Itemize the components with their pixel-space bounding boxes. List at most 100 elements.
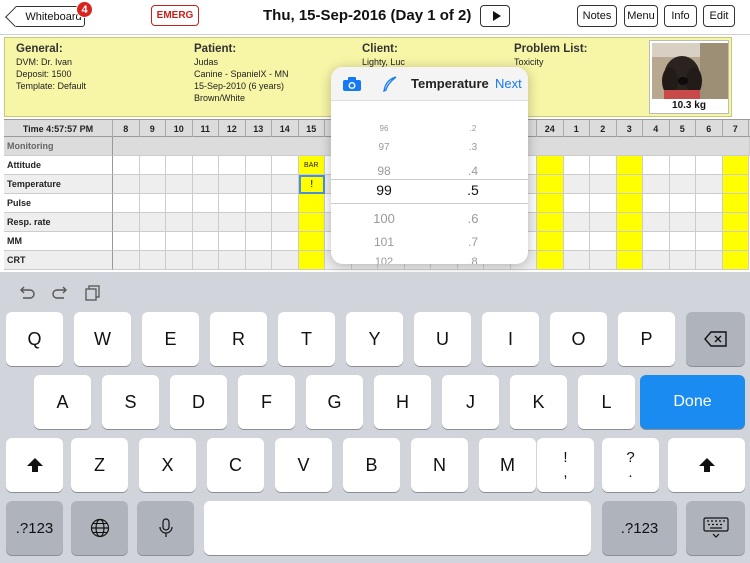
grid-cell[interactable] [166,175,193,194]
picker-option[interactable]: .6 [428,211,518,226]
grid-cell[interactable] [590,175,617,194]
grid-cell[interactable] [192,213,219,232]
key-h[interactable]: H [374,375,431,429]
key-m[interactable]: M [479,438,536,492]
grid-cell[interactable] [272,156,299,175]
grid-cell[interactable] [245,232,272,251]
grid-cell[interactable] [192,194,219,213]
grid-cell[interactable] [166,213,193,232]
grid-cell[interactable] [298,251,325,270]
grid-cell[interactable] [166,251,193,270]
picker-next-button[interactable]: Next [495,76,522,91]
picker-option[interactable]: .4 [428,164,518,178]
grid-cell[interactable] [722,194,749,213]
grid-cell[interactable] [166,232,193,251]
grid-cell[interactable] [272,194,299,213]
grid-cell[interactable] [245,156,272,175]
grid-cell[interactable] [669,232,696,251]
grid-cell[interactable] [643,213,670,232]
done-key[interactable]: Done [640,375,745,429]
grid-cell[interactable] [219,213,246,232]
grid-cell[interactable] [139,156,166,175]
key-d[interactable]: D [170,375,227,429]
grid-cell[interactable] [192,232,219,251]
key-n[interactable]: N [411,438,468,492]
grid-cell[interactable] [616,232,643,251]
grid-cell[interactable] [192,175,219,194]
grid-cell[interactable] [113,156,140,175]
grid-cell[interactable] [192,156,219,175]
menu-button[interactable]: Menu [624,5,658,27]
shift-key-left[interactable] [6,438,63,492]
grid-cell[interactable] [563,232,590,251]
grid-cell[interactable] [669,156,696,175]
grid-cell[interactable] [139,251,166,270]
picker-decimal-wheel[interactable]: .2 .3 .4 .5 .6 .7 .8 [428,101,518,264]
key-y[interactable]: Y [346,312,403,366]
grid-cell[interactable] [272,232,299,251]
grid-cell[interactable] [245,175,272,194]
grid-cell[interactable] [696,213,723,232]
grid-cell[interactable] [563,156,590,175]
key-v[interactable]: V [275,438,332,492]
camera-icon[interactable] [342,76,362,92]
edit-button[interactable]: Edit [703,5,735,27]
whiteboard-back-button[interactable]: Whiteboard [5,6,85,27]
grid-cell[interactable] [696,251,723,270]
grid-cell[interactable] [722,232,749,251]
grid-cell[interactable] [537,175,564,194]
grid-cell[interactable] [616,251,643,270]
grid-cell[interactable] [722,213,749,232]
grid-cell[interactable] [245,194,272,213]
grid-cell[interactable] [272,213,299,232]
grid-cell[interactable] [643,156,670,175]
grid-cell[interactable] [722,251,749,270]
next-day-button[interactable] [480,5,510,27]
picker-integer-wheel[interactable]: 96 97 98 99 100 101 102 [339,101,429,264]
grid-cell[interactable] [113,194,140,213]
grid-cell[interactable] [166,156,193,175]
undo-icon[interactable] [18,286,36,300]
grid-cell[interactable] [722,175,749,194]
key-p[interactable]: P [618,312,675,366]
key-o[interactable]: O [550,312,607,366]
grid-cell[interactable] [643,194,670,213]
grid-cell[interactable] [590,232,617,251]
picker-option[interactable]: .8 [428,256,518,264]
numbers-key-right[interactable]: .?123 [602,501,677,555]
dictation-key[interactable] [137,501,194,555]
redo-icon[interactable] [51,286,69,300]
shift-key-right[interactable] [668,438,745,492]
key-u[interactable]: U [414,312,471,366]
key-x[interactable]: X [139,438,196,492]
picker-option[interactable]: 98 [339,164,429,178]
key-r[interactable]: R [210,312,267,366]
picker-selected-value[interactable]: 99 [339,182,429,198]
grid-cell[interactable] [219,232,246,251]
key-j[interactable]: J [442,375,499,429]
space-key[interactable] [204,501,591,555]
picker-option[interactable]: .2 [428,124,518,133]
grid-cell[interactable] [245,213,272,232]
grid-cell[interactable] [298,213,325,232]
grid-cell[interactable] [139,213,166,232]
picker-option[interactable]: 100 [339,211,429,226]
grid-cell[interactable] [139,194,166,213]
grid-cell[interactable] [696,156,723,175]
key-i[interactable]: I [482,312,539,366]
grid-cell[interactable] [537,194,564,213]
key-q[interactable]: Q [6,312,63,366]
key-l[interactable]: L [578,375,635,429]
grid-cell[interactable] [669,194,696,213]
numbers-key-left[interactable]: .?123 [6,501,63,555]
grid-cell[interactable] [219,175,246,194]
grid-cell[interactable] [616,194,643,213]
key-t[interactable]: T [278,312,335,366]
grid-cell[interactable]: BAR [298,156,325,175]
globe-key[interactable] [71,501,128,555]
grid-cell[interactable] [272,251,299,270]
picker-option[interactable]: .3 [428,142,518,153]
selected-grid-cell[interactable]: ! [298,175,325,194]
key-f[interactable]: F [238,375,295,429]
grid-cell[interactable] [537,232,564,251]
